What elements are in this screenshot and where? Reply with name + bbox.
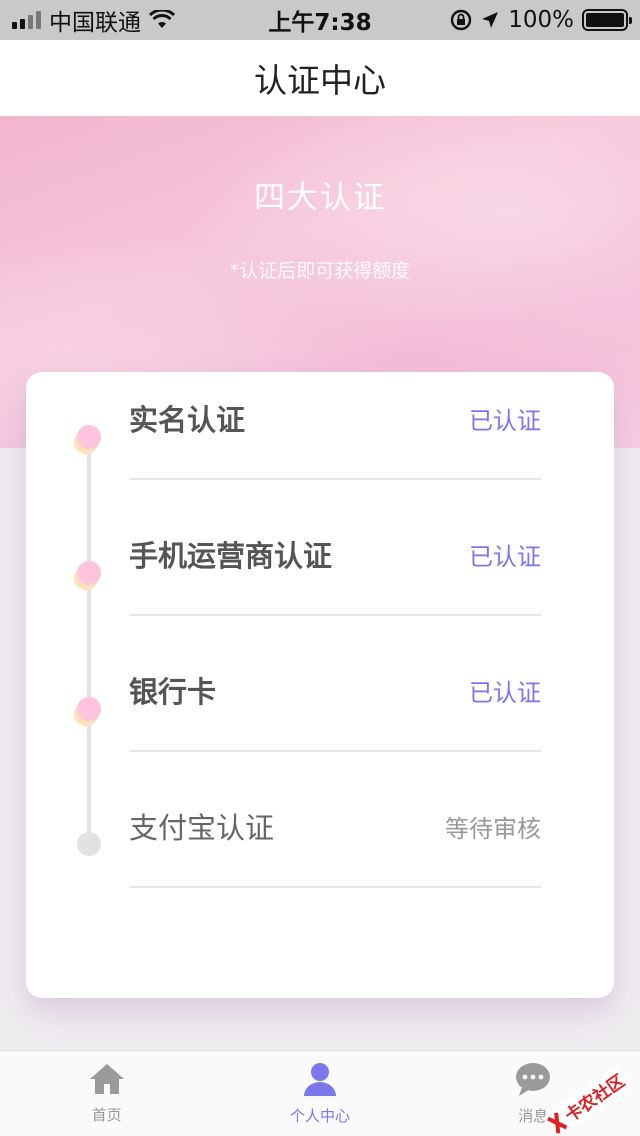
tab-home[interactable]: 首页	[0, 1062, 213, 1125]
verification-status: 已认证	[469, 542, 541, 571]
carrier-name: 中国联通	[49, 10, 141, 36]
signal-icon	[12, 11, 41, 29]
verification-label: 手机运营商认证	[129, 539, 333, 573]
banner-subtitle: *认证后即可获得额度	[229, 260, 411, 282]
person-icon	[303, 1063, 336, 1096]
verification-label: 银行卡	[129, 675, 217, 709]
verification-label: 支付宝认证	[129, 811, 275, 845]
verification-status: 已认证	[469, 678, 541, 707]
tab-bar: 首页 个人中心 消息	[0, 1050, 640, 1136]
verification-row-real-name[interactable]: 实名认证 已认证	[129, 372, 541, 480]
verification-status: 等待审核	[445, 814, 541, 843]
verification-row-carrier[interactable]: 手机运营商认证 已认证	[129, 508, 541, 616]
rotation-lock-icon	[451, 9, 472, 31]
location-arrow-icon	[482, 12, 499, 28]
status-bar: 中国联通 上午7:38 100%	[0, 0, 640, 40]
verification-row-bank-card[interactable]: 银行卡 已认证	[129, 644, 541, 752]
banner-title: 四大认证	[254, 180, 386, 216]
tab-personal-center[interactable]: 个人中心	[213, 1061, 426, 1126]
verification-row-alipay[interactable]: 支付宝认证 等待审核	[129, 780, 541, 888]
timeline-line	[87, 437, 91, 844]
home-icon	[89, 1064, 124, 1094]
tab-label: 首页	[91, 1106, 122, 1124]
battery-percent: 100%	[508, 7, 574, 33]
verification-status: 已认证	[469, 406, 541, 435]
page-title: 认证中心	[254, 61, 386, 100]
tab-label: 消息	[518, 1107, 549, 1125]
tab-label: 个人中心	[289, 1107, 350, 1125]
timeline-dot-pending	[77, 832, 101, 856]
timeline-dot-done	[77, 561, 101, 585]
verification-label: 实名认证	[129, 403, 246, 437]
battery-icon	[582, 9, 632, 31]
status-bar-left: 中国联通	[12, 3, 175, 37]
battery-fill	[586, 13, 624, 27]
timeline-dot-done	[77, 425, 101, 449]
wifi-icon	[149, 10, 175, 28]
nav-bar: 认证中心	[0, 40, 640, 116]
status-bar-right: 100%	[450, 7, 632, 33]
message-bubble-icon	[516, 1063, 551, 1096]
tab-messages[interactable]: 消息	[427, 1061, 640, 1126]
timeline-dot-done	[77, 697, 101, 721]
